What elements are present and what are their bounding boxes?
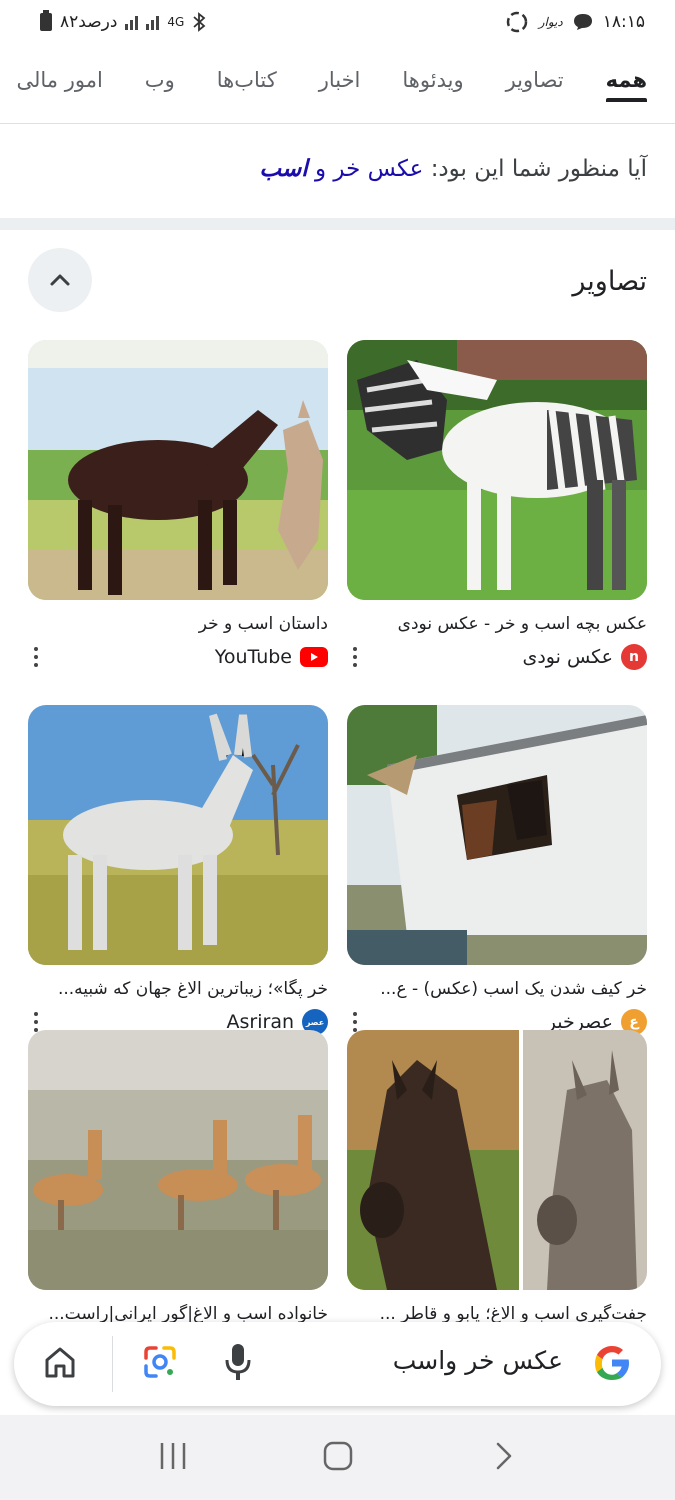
- image-result[interactable]: جفت‌گیری اسب و الاغ؛ یابو و قاطر ...: [347, 1030, 647, 1324]
- home-icon: [45, 1347, 75, 1378]
- signal-icon-2: [146, 14, 160, 30]
- section-title: تصاویر: [572, 266, 647, 297]
- search-bar-separator: [112, 1336, 113, 1392]
- image-result[interactable]: خانواده اسب و الاغ|گور ایرانی|راست...: [28, 1030, 328, 1324]
- white-donkey-image[interactable]: [28, 705, 328, 965]
- result-caption[interactable]: داستان اسب و خر: [28, 614, 328, 634]
- google-logo: [591, 1342, 633, 1388]
- battery-icon: [40, 10, 52, 31]
- search-query[interactable]: عکس خر واسب: [393, 1346, 563, 1375]
- chat-icon: [573, 14, 592, 30]
- image-result[interactable]: عکس بچه اسب و خر - عکس نودی n عکس نودی: [347, 340, 647, 670]
- tab-books[interactable]: کتاب‌ها: [217, 52, 277, 102]
- back-button[interactable]: [488, 1441, 518, 1475]
- image-result[interactable]: داستان اسب و خر YouTube: [28, 340, 328, 670]
- home-nav-button[interactable]: [323, 1441, 353, 1475]
- result-source[interactable]: n عکس نودی: [522, 644, 647, 670]
- horse-window-image[interactable]: [347, 705, 647, 965]
- result-source-row: YouTube: [28, 644, 328, 670]
- tab-news[interactable]: اخبار: [319, 52, 361, 102]
- chevron-right-icon: [496, 1442, 511, 1469]
- divar-app-icon: [506, 11, 527, 33]
- result-caption[interactable]: خانواده اسب و الاغ|گور ایرانی|راست...: [28, 1304, 328, 1324]
- result-caption[interactable]: خر کیف شدن یک اسب (عکس) - ع...: [347, 979, 647, 999]
- tab-videos[interactable]: ویدئوها: [402, 52, 463, 102]
- result-caption[interactable]: جفت‌گیری اسب و الاغ؛ یابو و قاطر ...: [347, 1304, 647, 1324]
- google-lens-icon: [144, 1346, 176, 1378]
- status-right: دیوار ۱۸:۱۵: [505, 10, 645, 34]
- mule-donkey-image[interactable]: [347, 1030, 647, 1290]
- image-result[interactable]: خر کیف شدن یک اسب (عکس) - ع... ع عصرخبر: [347, 705, 647, 1035]
- tab-all[interactable]: همه: [605, 52, 648, 102]
- source-name: عکس نودی: [522, 646, 613, 668]
- lens-button[interactable]: [142, 1344, 178, 1384]
- suggestion-prefix: آیا منظور شما این بود:: [430, 156, 647, 182]
- more-options-icon[interactable]: [28, 645, 44, 669]
- system-nav-bar: [0, 1415, 675, 1500]
- result-caption[interactable]: خر پگا»؛ زیباترین الاغ جهان که شبیه...: [28, 979, 328, 999]
- source-name: YouTube: [214, 646, 292, 668]
- network-type: 4G: [167, 15, 185, 29]
- result-source-row: n عکس نودی: [347, 644, 647, 670]
- tab-finance[interactable]: امور مالی: [17, 52, 103, 102]
- did-you-mean: آیا منظور شما این بود: عکس خر و اسب: [0, 124, 675, 218]
- result-source[interactable]: YouTube: [215, 646, 328, 668]
- microphone-icon: [225, 1344, 251, 1380]
- voice-search-button[interactable]: [224, 1342, 252, 1386]
- search-bar[interactable]: عکس خر واسب: [14, 1322, 661, 1406]
- status-left: ۸۲درصد 4G: [40, 10, 206, 32]
- section-divider: [0, 218, 675, 230]
- recents-icon: [160, 1442, 185, 1469]
- search-tabs: همه تصاویر ویدئوها اخبار کتاب‌ها وب امور…: [0, 52, 675, 124]
- onager-image[interactable]: [28, 1030, 328, 1290]
- tab-web[interactable]: وب: [145, 52, 175, 102]
- result-caption[interactable]: عکس بچه اسب و خر - عکس نودی: [347, 614, 647, 634]
- youtube-icon: [300, 647, 328, 667]
- status-bar: ۸۲درصد 4G دیوار ۱۸:۱۵: [0, 0, 675, 44]
- recents-button[interactable]: [158, 1441, 188, 1475]
- home-nav-icon: [323, 1441, 352, 1470]
- signal-icon: [125, 14, 139, 30]
- tab-images[interactable]: تصاویر: [506, 52, 564, 102]
- image-result[interactable]: خر پگا»؛ زیباترین الاغ جهان که شبیه... ع…: [28, 705, 328, 1035]
- source-favicon: n: [621, 644, 647, 670]
- collapse-button[interactable]: [28, 248, 92, 312]
- chevron-up-icon: [50, 274, 70, 286]
- app-label: دیوار: [538, 15, 563, 29]
- more-options-icon[interactable]: [347, 645, 363, 669]
- google-g-icon: [595, 1346, 629, 1380]
- images-section: تصاویر عکس بچه اسب و خر - عکس نودی n عکس…: [0, 230, 675, 1324]
- clock: ۱۸:۱۵: [602, 12, 645, 32]
- bluetooth-icon: [193, 12, 206, 32]
- horse-donkey-image[interactable]: [28, 340, 328, 600]
- zorse-image[interactable]: [347, 340, 647, 600]
- suggestion-plain: عکس خر و: [314, 156, 424, 182]
- home-button[interactable]: [42, 1344, 78, 1384]
- suggestion-link[interactable]: عکس خر و اسب: [259, 156, 423, 182]
- suggestion-emphasis: اسب: [259, 156, 308, 182]
- battery-text: ۸۲درصد: [60, 12, 118, 32]
